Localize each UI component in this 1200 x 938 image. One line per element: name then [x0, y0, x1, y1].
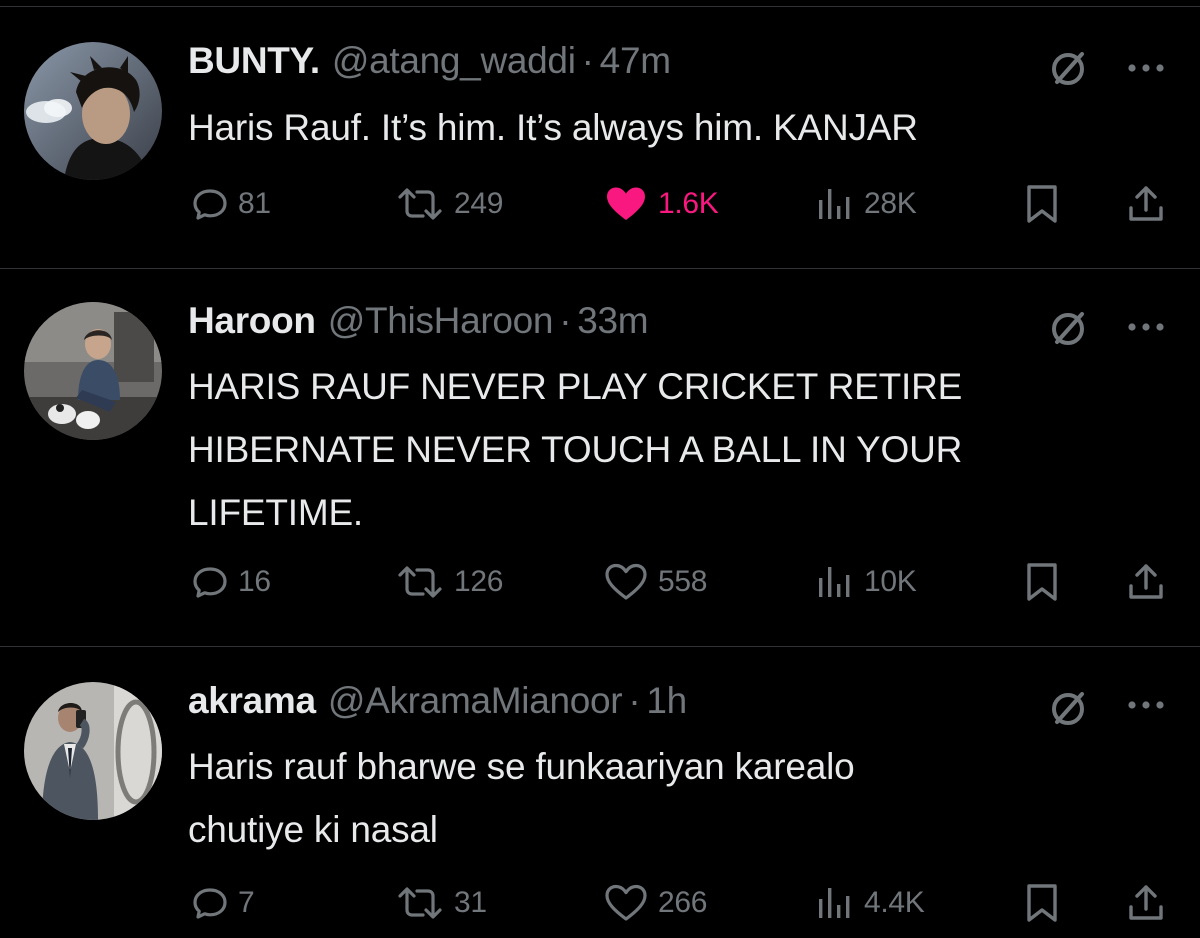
share-button[interactable]	[1126, 174, 1166, 234]
grok-icon[interactable]	[1040, 40, 1096, 96]
tweet-text: Haris rauf bharwe se funkaariyan karealo…	[188, 746, 855, 850]
more-dots-icon[interactable]	[1120, 687, 1176, 723]
avatar-bunty[interactable]	[24, 42, 162, 180]
user-handle[interactable]: @ThisHaroon	[328, 300, 554, 342]
tweet-1[interactable]: BUNTY. @atang_waddi · 47m Haris Rauf. It…	[0, 0, 1200, 268]
retweet-arrows-icon	[398, 566, 442, 598]
views-count: 28K	[864, 187, 917, 220]
avatar-image	[24, 42, 162, 180]
views-bar-chart-icon	[819, 567, 850, 597]
separator-dot: ·	[559, 300, 572, 341]
avatar-image	[24, 302, 162, 440]
more-dots-icon[interactable]	[1120, 309, 1176, 345]
timestamp[interactable]: 1h	[646, 680, 687, 722]
retweet-count: 249	[454, 187, 504, 220]
tweet-header: BUNTY. @atang_waddi · 47m	[188, 40, 671, 90]
retweet-button[interactable]: 126	[396, 552, 503, 612]
heart-icon	[605, 563, 647, 600]
share-upload-icon	[1129, 885, 1163, 920]
reply-button[interactable]: 16	[192, 552, 271, 612]
bookmark-button[interactable]	[1024, 873, 1060, 933]
views-bar-chart-icon	[819, 189, 850, 219]
retweet-arrows-icon	[398, 887, 442, 919]
timestamp[interactable]: 33m	[577, 300, 648, 342]
tweet-text: HARIS RAUF NEVER PLAY CRICKET RETIRE HIB…	[188, 366, 963, 533]
bookmark-button[interactable]	[1024, 552, 1060, 612]
tweet-text: Haris Rauf. It’s him. It’s always him. K…	[188, 107, 918, 148]
reply-count: 16	[238, 565, 271, 598]
views-count: 10K	[864, 565, 917, 598]
share-button[interactable]	[1126, 873, 1166, 933]
share-upload-icon	[1129, 564, 1163, 599]
separator-dot: ·	[628, 680, 641, 721]
tweet-2[interactable]: Haroon @ThisHaroon · 33m HARIS RAUF NEVE…	[0, 269, 1200, 646]
tweet-header: Haroon @ThisHaroon · 33m	[188, 300, 649, 350]
views-button[interactable]: 10K	[816, 552, 917, 612]
display-name[interactable]: Haroon	[188, 300, 316, 342]
avatar-akrama[interactable]	[24, 682, 162, 820]
display-name[interactable]: akrama	[188, 680, 316, 722]
more-dots-icon[interactable]	[1120, 50, 1176, 86]
views-button[interactable]: 4.4K	[816, 873, 925, 933]
reply-button[interactable]: 7	[192, 873, 255, 933]
like-count: 266	[658, 886, 708, 919]
retweet-count: 126	[454, 565, 504, 598]
heart-icon	[605, 884, 647, 921]
avatar-image	[24, 682, 162, 820]
bookmark-icon	[1027, 563, 1057, 601]
user-handle[interactable]: @AkramaMianoor	[328, 680, 623, 722]
user-handle[interactable]: @atang_waddi	[332, 40, 576, 82]
like-count: 1.6K	[658, 187, 719, 220]
share-button[interactable]	[1126, 552, 1166, 612]
like-count: 558	[658, 565, 708, 598]
views-bar-chart-icon	[819, 888, 850, 918]
views-button[interactable]: 28K	[816, 174, 917, 234]
separator-dot: ·	[581, 40, 594, 81]
display-name[interactable]: BUNTY.	[188, 40, 320, 82]
heart-icon	[607, 187, 645, 220]
like-button[interactable]: 266	[604, 873, 707, 933]
retweet-button[interactable]: 249	[396, 174, 503, 234]
reply-bubble-icon	[193, 888, 227, 919]
like-button[interactable]: 1.6K	[604, 174, 719, 234]
tweet-actions: 81 249 1.6K 28K	[0, 174, 1200, 234]
grok-icon[interactable]	[1040, 300, 1096, 356]
retweet-arrows-icon	[398, 188, 442, 220]
avatar-haroon[interactable]	[24, 302, 162, 440]
bookmark-button[interactable]	[1024, 174, 1060, 234]
tweet-3[interactable]: akrama @AkramaMianoor · 1h Haris rauf bh…	[0, 647, 1200, 938]
tweet-actions: 16 126 558 10K	[0, 552, 1200, 612]
tweet-header: akrama @AkramaMianoor · 1h	[188, 680, 687, 730]
grok-icon[interactable]	[1040, 680, 1096, 736]
retweet-button[interactable]: 31	[396, 873, 487, 933]
retweet-count: 31	[454, 886, 487, 919]
like-button[interactable]: 558	[604, 552, 707, 612]
reply-button[interactable]: 81	[192, 174, 271, 234]
reply-count: 81	[238, 187, 271, 220]
reply-bubble-icon	[193, 189, 227, 220]
bookmark-icon	[1027, 185, 1057, 223]
tweet-actions: 7 31 266 4.4K	[0, 873, 1200, 933]
bookmark-icon	[1027, 884, 1057, 922]
reply-bubble-icon	[193, 567, 227, 598]
reply-count: 7	[238, 886, 255, 919]
timestamp[interactable]: 47m	[600, 40, 671, 82]
views-count: 4.4K	[864, 886, 925, 919]
share-upload-icon	[1129, 186, 1163, 221]
